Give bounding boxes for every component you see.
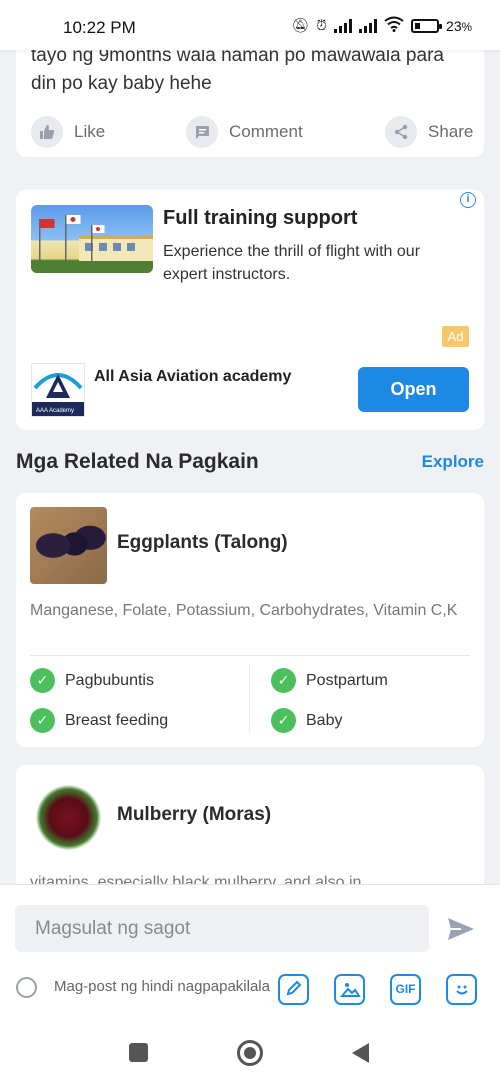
food-nutrients: Manganese, Folate, Potassium, Carbohydra…	[30, 602, 458, 619]
comment-label: Comment	[229, 122, 303, 141]
tag-breast-feeding: ✓ Breast feeding	[30, 708, 168, 733]
eggplant-image	[30, 507, 107, 584]
wifi-icon	[384, 16, 404, 35]
comment-icon	[186, 116, 218, 148]
svg-text:AAA Academy: AAA Academy	[36, 408, 74, 414]
ad-open-button[interactable]: Open	[358, 367, 469, 412]
post-actions: Like Comment Share	[16, 116, 484, 148]
alarm-icon: ⏰︎	[316, 17, 328, 33]
share-label: Share	[428, 122, 474, 141]
system-nav-bar	[0, 1022, 500, 1083]
comment-button[interactable]: Comment	[186, 116, 303, 148]
status-time: 10:22 PM	[63, 18, 136, 37]
status-icons: 🔕︎ ⏰︎ 23%	[291, 16, 472, 35]
share-icon	[385, 116, 417, 148]
related-section-title: Mga Related Na Pagkain	[16, 450, 259, 473]
ad-card[interactable]: i Full training support Experience the t…	[16, 190, 484, 430]
divider	[249, 665, 250, 733]
mulberry-image	[30, 779, 107, 856]
ad-title[interactable]: Full training support	[163, 207, 357, 230]
tag-postpartum: ✓ Postpartum	[271, 668, 388, 693]
thumbs-up-icon	[31, 116, 63, 148]
tag-label: Postpartum	[306, 671, 388, 689]
share-button[interactable]: Share	[385, 116, 473, 148]
ad-description[interactable]: Experience the thrill of flight with our…	[163, 240, 468, 286]
recent-apps-icon[interactable]	[129, 1043, 148, 1062]
sticker-icon[interactable]	[446, 974, 477, 1005]
battery-icon	[411, 18, 443, 33]
signal-2-icon	[359, 18, 378, 33]
explore-link[interactable]: Explore	[422, 452, 484, 472]
ad-logo: AAA Academy	[31, 363, 85, 417]
post-text: tayo ng 9months wala naman po mawawala p…	[31, 45, 444, 94]
ad-badge: Ad	[442, 326, 469, 347]
ad-info-icon[interactable]: i	[460, 192, 476, 208]
ad-company-name[interactable]: All Asia Aviation academy	[94, 368, 291, 386]
reply-input[interactable]	[15, 905, 429, 952]
signal-icon	[334, 18, 353, 33]
tag-label: Pagbubuntis	[65, 671, 154, 689]
mute-icon: 🔕︎	[291, 17, 310, 33]
image-icon[interactable]	[334, 974, 365, 1005]
home-icon[interactable]	[237, 1040, 263, 1066]
ad-image[interactable]	[31, 205, 153, 273]
check-icon: ✓	[30, 708, 55, 733]
battery-percent: 23%	[446, 17, 472, 34]
edit-icon[interactable]	[278, 974, 309, 1005]
anonymous-label[interactable]: Mag-post ng hindi nagpapakilala	[54, 978, 270, 995]
send-icon[interactable]	[447, 917, 475, 941]
reply-composer: Mag-post ng hindi nagpapakilala GIF	[0, 884, 500, 1022]
divider	[30, 655, 470, 656]
food-name[interactable]: Mulberry (Moras)	[117, 804, 271, 826]
check-icon: ✓	[30, 668, 55, 693]
check-icon: ✓	[271, 708, 296, 733]
like-label: Like	[74, 122, 106, 141]
tag-label: Baby	[306, 711, 343, 729]
gif-icon[interactable]: GIF	[390, 974, 421, 1005]
like-button[interactable]: Like	[31, 116, 105, 148]
food-name[interactable]: Eggplants (Talong)	[117, 532, 288, 554]
check-icon: ✓	[271, 668, 296, 693]
tag-label: Breast feeding	[65, 711, 169, 729]
food-card[interactable]: Eggplants (Talong) Manganese, Folate, Po…	[16, 493, 484, 747]
tag-pagbubuntis: ✓ Pagbubuntis	[30, 668, 154, 693]
back-icon[interactable]	[352, 1043, 369, 1063]
anonymous-radio[interactable]	[16, 977, 37, 998]
status-bar: 10:22 PM 🔕︎ ⏰︎ 23%	[0, 0, 500, 50]
tag-baby: ✓ Baby	[271, 708, 342, 733]
